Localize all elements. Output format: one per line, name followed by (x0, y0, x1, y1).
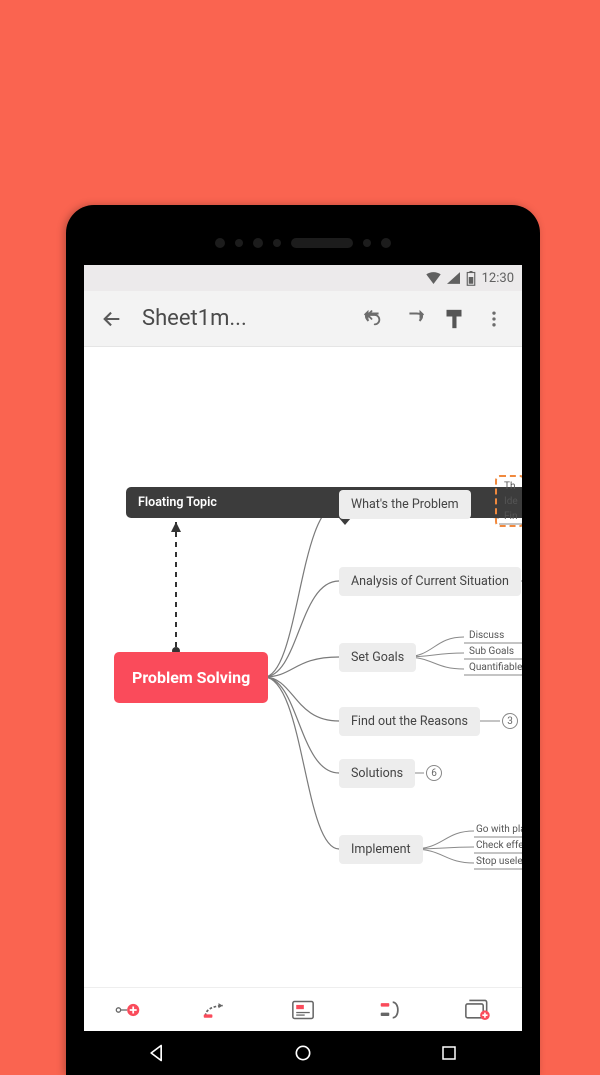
branch-label: Set Goals (351, 650, 404, 665)
nav-recent-button[interactable] (419, 1038, 479, 1068)
collapsed-count-badge[interactable]: 6 (426, 765, 442, 781)
leaf-node[interactable]: Stop useless so (476, 856, 522, 867)
boundary-button[interactable] (371, 990, 411, 1030)
leaf-node[interactable]: Th (504, 481, 515, 492)
screen: 12:30 Sheet1m... (84, 265, 522, 1075)
wifi-icon (426, 272, 441, 284)
branch-label: Implement (351, 842, 411, 857)
branch-label: What's the Problem (351, 497, 459, 512)
android-navbar (84, 1031, 522, 1075)
floating-topic-label: Floating Topic (138, 495, 217, 510)
branch-node[interactable]: What's the Problem (339, 490, 471, 519)
leaf-node[interactable]: Check effect of (476, 840, 522, 851)
relationship-button[interactable] (195, 990, 235, 1030)
notes-button[interactable] (283, 990, 323, 1030)
add-subtopic-button[interactable] (108, 990, 148, 1030)
bottom-toolbar (84, 987, 522, 1031)
document-title: Sheet1m... (142, 306, 354, 331)
leaf-node[interactable]: Ide (504, 496, 518, 507)
status-bar: 12:30 (84, 265, 522, 291)
leaf-node[interactable]: Quantifiable targe (469, 662, 522, 673)
branch-node[interactable]: Implement (339, 835, 423, 864)
collapsed-count-badge[interactable]: 3 (502, 713, 518, 729)
phone-sensors (66, 231, 540, 255)
app-toolbar: Sheet1m... (84, 291, 522, 347)
branch-label: Analysis of Current Situation (351, 574, 509, 589)
branch-node[interactable]: Analysis of Current Situation (339, 567, 521, 596)
format-button[interactable] (434, 299, 474, 339)
signal-icon (447, 272, 460, 284)
add-sheet-button[interactable] (458, 990, 498, 1030)
mindmap-canvas[interactable]: Floating Topic Problem Solving What's th… (84, 347, 522, 987)
branch-node[interactable]: Set Goals (339, 643, 416, 672)
status-time: 12:30 (482, 271, 514, 286)
leaf-node[interactable]: Discuss (469, 630, 504, 641)
branch-label: Find out the Reasons (351, 714, 468, 729)
root-node[interactable]: Problem Solving (114, 652, 268, 703)
root-label: Problem Solving (132, 668, 250, 687)
branch-node[interactable]: Find out the Reasons (339, 707, 480, 736)
phone-frame: 12:30 Sheet1m... (66, 205, 540, 1075)
battery-icon (466, 271, 476, 286)
branch-label: Solutions (351, 766, 403, 781)
undo-button[interactable] (354, 299, 394, 339)
leaf-node[interactable]: Sub Goals (469, 646, 514, 657)
redo-button[interactable] (394, 299, 434, 339)
nav-back-button[interactable] (127, 1038, 187, 1068)
back-button[interactable] (92, 299, 132, 339)
branch-node[interactable]: Solutions (339, 759, 415, 788)
leaf-node[interactable]: Go with plans (476, 824, 522, 835)
leaf-node[interactable]: Fin (504, 511, 517, 522)
more-button[interactable] (474, 299, 514, 339)
nav-home-button[interactable] (273, 1038, 333, 1068)
